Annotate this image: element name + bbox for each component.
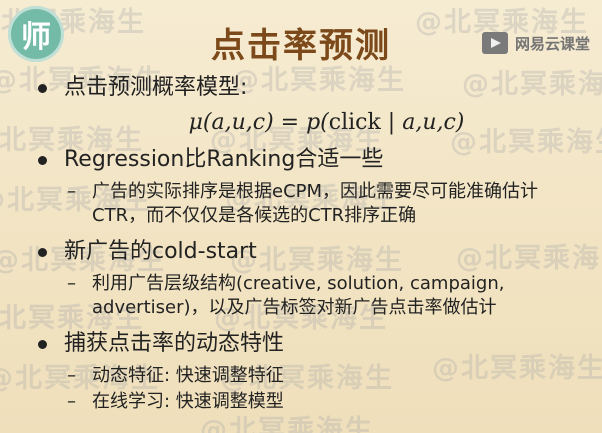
sub-bullet: 动态特征: 快速调整特征 xyxy=(34,364,589,388)
brand-watermark: 网易云课堂 xyxy=(481,28,590,58)
bullet: 新广告的cold-start xyxy=(34,238,589,266)
bullet: Regression比Ranking合适一些 xyxy=(34,146,589,174)
formula-rhs-click: click xyxy=(328,110,381,135)
sub-bullet: 广告的实际排序是根据eCPM，因此需要尽可能准确估计CTR，而不仅仅是各候选的C… xyxy=(34,180,589,228)
bullet: 点击预测概率模型: xyxy=(34,74,589,102)
bullet: 捕获点击率的动态特性 xyxy=(34,330,589,358)
brand-name: 网易云课堂 xyxy=(514,34,590,53)
slide: @北冥乘海生 @北冥乘海生 @北冥乘海生 @北冥乘海生 @北冥乘海生 @北冥乘海… xyxy=(0,0,602,433)
sub-bullet: 利用广告层级结构(creative, solution, campaign, a… xyxy=(34,272,589,320)
formula-rhs-rest: | a,u,c) xyxy=(380,110,465,135)
formula-eq: = xyxy=(273,110,307,135)
sub-bullet: 在线学习: 快速调整模型 xyxy=(34,390,589,414)
formula: μ(a,u,c) = p(click | a,u,c) xyxy=(34,108,589,138)
formula-rhs-p: p( xyxy=(306,110,329,135)
slide-content: 点击预测概率模型: μ(a,u,c) = p(click | a,u,c) Re… xyxy=(34,74,589,416)
formula-lhs: μ(a,u,c) xyxy=(188,110,274,135)
play-icon xyxy=(481,32,508,54)
